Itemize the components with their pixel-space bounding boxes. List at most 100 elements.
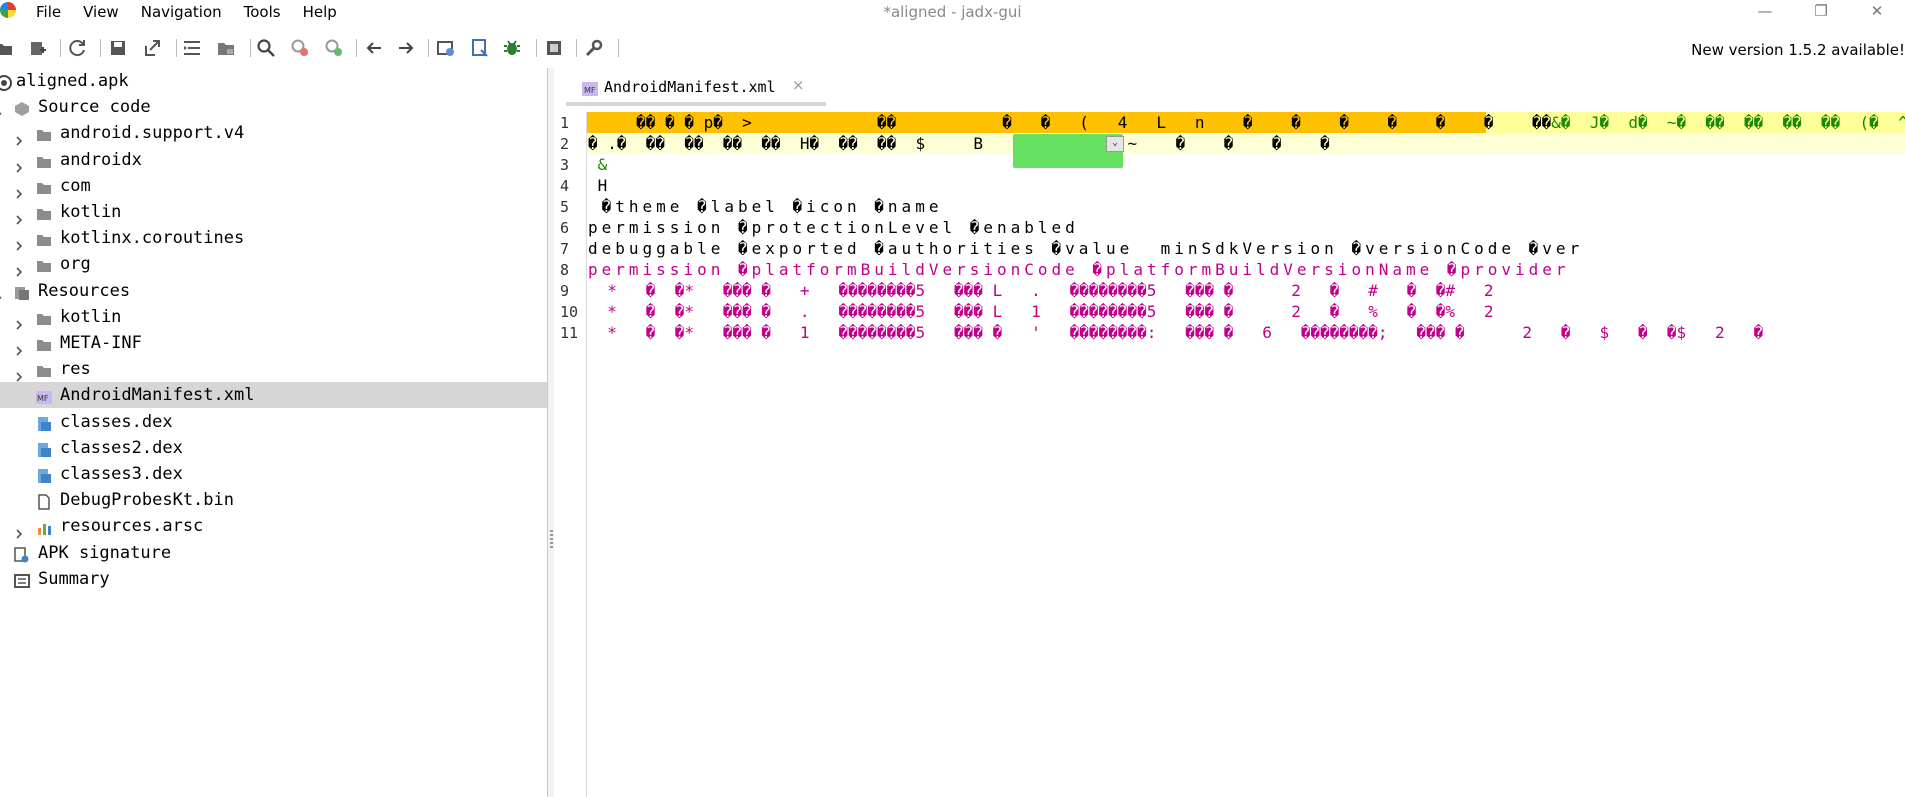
tree-item[interactable]: META-INF [0, 330, 547, 356]
folder-icon [36, 125, 52, 142]
collapsed-arrow-icon[interactable] [14, 155, 24, 173]
tree-item-label: Resources [38, 280, 131, 301]
log-viewer-icon[interactable] [470, 38, 490, 58]
code-line[interactable]: * � �* ��� � + ��������5 ��� L . �������… [588, 280, 1493, 301]
search-icon[interactable] [256, 38, 276, 58]
tree-item[interactable]: android.support.v4 [0, 120, 547, 146]
tree-item[interactable]: kotlin [0, 199, 547, 225]
code-line[interactable]: permission �platformBuildVersionCode �pl… [588, 259, 1570, 280]
tree-item[interactable]: aligned.apk [0, 68, 547, 94]
tree-item[interactable]: androidx [0, 147, 547, 173]
svg-text:MF: MF [37, 394, 49, 403]
tree-item[interactable]: com [0, 173, 547, 199]
tree-item[interactable]: kotlinx.coroutines [0, 225, 547, 251]
minimize-button[interactable]: — [1737, 0, 1793, 24]
maximize-button[interactable]: ❐ [1793, 0, 1849, 24]
tree-item-label: kotlin [60, 306, 122, 327]
code-text: � .� �� �� �� �� H� �� �� $ B V l � ~ � … [588, 134, 1330, 153]
collapsed-arrow-icon[interactable] [14, 259, 24, 277]
preferences-icon[interactable] [584, 38, 604, 58]
menu-help[interactable]: Help [303, 3, 337, 21]
tree-item[interactable]: Resources [0, 278, 547, 304]
close-tab-icon[interactable]: × [792, 76, 805, 94]
tree-item[interactable]: resources.arsc [0, 513, 547, 539]
code-area[interactable]: 1 2 3 4 5 6 7 8 9 10 11 �� � � p� > �� � � ( 4 L n… [554, 112, 1905, 797]
code-line[interactable]: �theme �label �icon �name [588, 196, 942, 217]
tree-item[interactable]: MF AndroidManifest.xml [0, 382, 547, 409]
expanded-arrow-icon[interactable] [0, 286, 2, 299]
menu-file[interactable]: File [36, 3, 61, 21]
code-line[interactable]: permission �protectionLevel �enabled [588, 217, 1079, 238]
tree-item-label: classes.dex [60, 411, 173, 432]
collapsed-arrow-icon[interactable] [14, 521, 24, 539]
manifest-icon: MF [36, 387, 52, 405]
tree-item[interactable]: classes2.dex [0, 435, 547, 461]
stop-icon[interactable] [544, 38, 564, 58]
tree-item[interactable]: classes.dex [0, 409, 547, 435]
reload-icon[interactable] [68, 38, 88, 58]
tree-item[interactable]: classes3.dex [0, 461, 547, 487]
line-number: 10 [560, 303, 579, 321]
menu-tools[interactable]: Tools [244, 3, 281, 21]
deobfuscation-icon[interactable] [324, 38, 344, 58]
tree-item-label: resources.arsc [60, 516, 204, 537]
add-files-icon[interactable] [28, 38, 48, 58]
editor-tab-bar: MF AndroidManifest.xml × [554, 68, 1905, 106]
splitter-grip[interactable] [550, 530, 553, 548]
sync-tree-icon[interactable] [182, 38, 202, 58]
toolbar-separator [176, 39, 177, 57]
tab-androidmanifest[interactable]: MF AndroidManifest.xml × [566, 68, 826, 106]
collapsed-arrow-icon[interactable] [14, 181, 24, 199]
code-text: H [588, 176, 608, 195]
forward-icon[interactable] [396, 38, 416, 58]
collapsed-arrow-icon[interactable] [14, 364, 24, 382]
tree-item[interactable]: APK signature [0, 540, 547, 566]
code-line[interactable]: * � �* ��� � 1 ��������5 ��� � ' �������… [588, 322, 1763, 343]
code-line[interactable]: � .� �� �� �� �� H� �� �� $ B V l � ~ � … [588, 133, 1330, 154]
collapsed-arrow-icon[interactable] [14, 233, 24, 251]
export-icon[interactable] [142, 38, 162, 58]
popup-expand-icon[interactable]: ⌄ [1106, 136, 1124, 152]
open-file-icon[interactable] [0, 38, 14, 58]
back-icon[interactable] [364, 38, 384, 58]
flatten-packages-icon[interactable] [216, 38, 236, 58]
find-usage-icon[interactable] [290, 38, 310, 58]
tree-item-label: aligned.apk [16, 71, 129, 91]
tree-item-label: kotlin [60, 202, 122, 222]
project-tree[interactable]: aligned.apk Source code android.support.v4… [0, 68, 548, 797]
save-all-icon[interactable] [108, 38, 128, 58]
code-line[interactable]: debuggable �exported �authorities �value… [588, 238, 1583, 259]
collapsed-arrow-icon[interactable] [14, 128, 24, 146]
expanded-arrow-icon[interactable] [0, 102, 2, 116]
code-line[interactable]: & [588, 154, 608, 175]
line-number: 6 [560, 219, 570, 237]
close-window-button[interactable]: ✕ [1849, 0, 1905, 24]
debugger-icon[interactable] [502, 38, 522, 58]
tree-item[interactable]: Source code [0, 94, 547, 120]
folder-icon [36, 204, 52, 220]
quark-icon[interactable] [436, 38, 456, 58]
dex-icon [36, 414, 52, 431]
new-version-notice[interactable]: New version 1.5.2 available! [1691, 41, 1905, 59]
code-line[interactable]: H [588, 175, 608, 196]
tree-item-label: META-INF [60, 333, 142, 353]
menu-navigation[interactable]: Navigation [141, 3, 222, 21]
menu-view[interactable]: View [83, 3, 119, 21]
code-line[interactable]: �� � � p� > �� � � ( 4 L n � � � � � � �… [588, 112, 1905, 133]
tree-item[interactable]: Summary [0, 566, 547, 592]
tree-item[interactable]: DebugProbesKt.bin [0, 487, 547, 513]
collapsed-arrow-icon[interactable] [14, 312, 24, 330]
collapsed-arrow-icon[interactable] [14, 207, 24, 225]
arsc-icon [36, 518, 52, 536]
code-line[interactable]: * � �* ��� � . ��������5 ��� L 1 �������… [588, 301, 1493, 322]
folder-icon [36, 335, 52, 351]
window-controls: — ❐ ✕ [1737, 0, 1905, 24]
tree-item[interactable]: org [0, 251, 547, 277]
tree-item-label: APK signature [38, 542, 172, 563]
toolbar-separator [536, 39, 537, 57]
collapsed-arrow-icon[interactable] [14, 338, 24, 356]
resources-icon [14, 283, 30, 300]
tree-item-label: Summary [38, 568, 110, 589]
tree-item[interactable]: kotlin [0, 304, 547, 330]
tree-item[interactable]: res [0, 356, 547, 382]
